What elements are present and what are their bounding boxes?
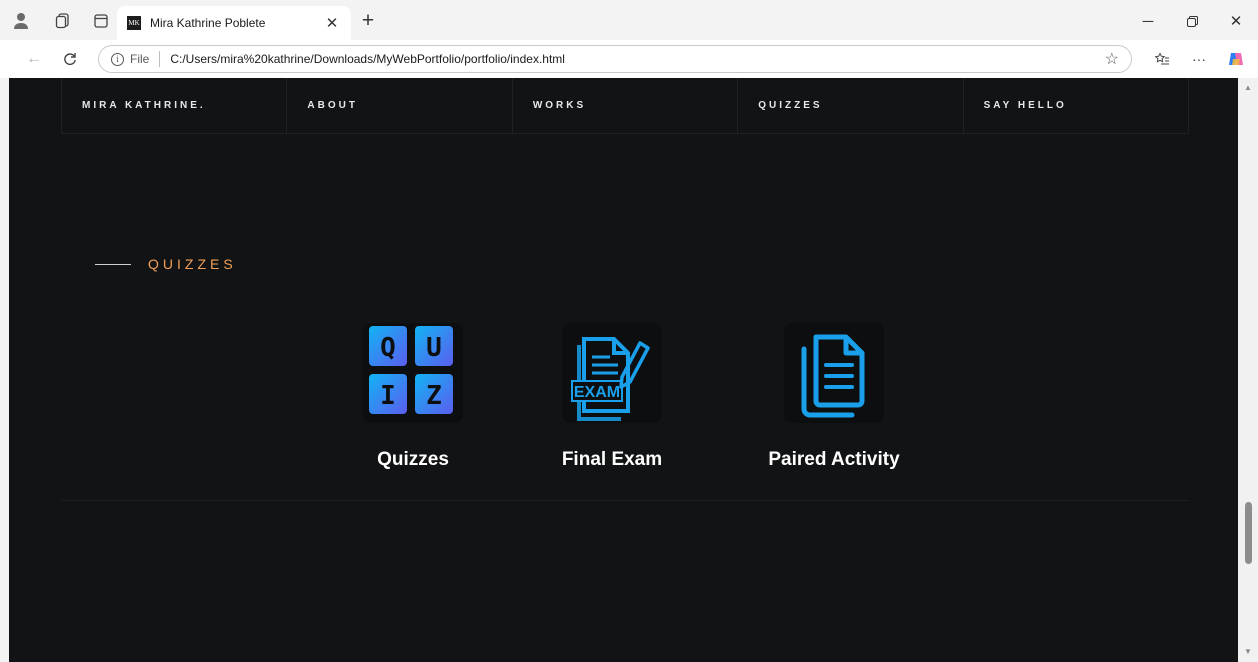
restore-icon[interactable]: [1178, 10, 1206, 32]
close-tab-icon[interactable]: ✕: [323, 14, 341, 32]
quiz-letter-u: U: [426, 333, 442, 363]
tab-actions-icon[interactable]: [90, 10, 112, 32]
nav-item-works[interactable]: WORKS: [511, 78, 738, 134]
scroll-down-icon[interactable]: ▼: [1243, 646, 1253, 656]
workspaces-icon[interactable]: [52, 10, 74, 32]
refresh-icon[interactable]: [58, 48, 82, 70]
quizzes-label[interactable]: Quizzes: [377, 449, 449, 471]
scrollbar-thumb[interactable]: [1245, 502, 1252, 564]
url-input[interactable]: i File C:/Users/mira%20kathrine/Download…: [98, 45, 1132, 73]
section-heading: QUIZZES: [95, 256, 237, 272]
url-text: C:/Users/mira%20kathrine/Downloads/MyWeb…: [170, 52, 565, 66]
profile-icon[interactable]: [10, 10, 32, 32]
nav-item-about[interactable]: ABOUT: [286, 78, 512, 134]
minimize-icon[interactable]: ─: [1134, 10, 1162, 32]
documents-icon[interactable]: [774, 313, 894, 433]
site-nav: MIRA KATHRINE. ABOUT WORKS QUIZZES SAY H…: [61, 78, 1190, 134]
favorites-list-icon[interactable]: [1150, 48, 1174, 70]
more-options-icon[interactable]: ···: [1187, 48, 1211, 70]
page-scrollbar[interactable]: ▲ ▼: [1238, 78, 1258, 662]
quiz-letter-z: Z: [426, 381, 442, 411]
copilot-icon[interactable]: [1224, 48, 1248, 70]
section-title: QUIZZES: [148, 256, 237, 272]
favorite-star-icon[interactable]: ☆: [1105, 49, 1119, 69]
exam-badge-text: EXAM: [574, 384, 620, 401]
back-arrow-icon[interactable]: ←: [22, 48, 46, 70]
final-exam-label[interactable]: Final Exam: [562, 449, 662, 471]
quiz-letter-q: Q: [380, 333, 396, 363]
address-bar-row: ← i File C:/Users/mira%20kathrine/Downlo…: [0, 40, 1258, 78]
site-info-icon[interactable]: i: [111, 52, 124, 66]
tab-title: Mira Kathrine Poblete: [150, 16, 266, 30]
quiz-tiles-icon[interactable]: Q U I Z: [353, 313, 473, 433]
nav-item-say-hello[interactable]: SAY HELLO: [962, 78, 1190, 134]
exam-document-icon[interactable]: EXAM: [552, 313, 672, 433]
quiz-letter-i: I: [380, 381, 396, 411]
final-exam-card[interactable]: EXAM Final Exam: [537, 313, 687, 471]
new-tab-button[interactable]: +: [356, 9, 380, 32]
page-viewport: MIRA KATHRINE. ABOUT WORKS QUIZZES SAY H…: [9, 78, 1238, 662]
section-divider: [61, 500, 1189, 501]
browser-tab-active[interactable]: MK Mira Kathrine Poblete ✕: [117, 6, 351, 40]
paired-activity-card[interactable]: Paired Activity: [759, 313, 909, 471]
close-window-icon[interactable]: ✕: [1222, 10, 1250, 32]
quizzes-card[interactable]: Q U I Z Quizzes: [338, 313, 488, 471]
scroll-up-icon[interactable]: ▲: [1243, 82, 1253, 92]
url-scheme-label: File: [130, 52, 150, 66]
nav-item-quizzes[interactable]: QUIZZES: [737, 78, 963, 134]
paired-activity-label[interactable]: Paired Activity: [768, 449, 899, 471]
section-line: [95, 263, 131, 265]
favicon-icon: MK: [127, 16, 141, 30]
nav-item-home[interactable]: MIRA KATHRINE.: [61, 78, 287, 134]
url-separator: [159, 51, 161, 67]
browser-tab-bar: MK Mira Kathrine Poblete ✕ + ─ ✕: [0, 0, 1258, 40]
